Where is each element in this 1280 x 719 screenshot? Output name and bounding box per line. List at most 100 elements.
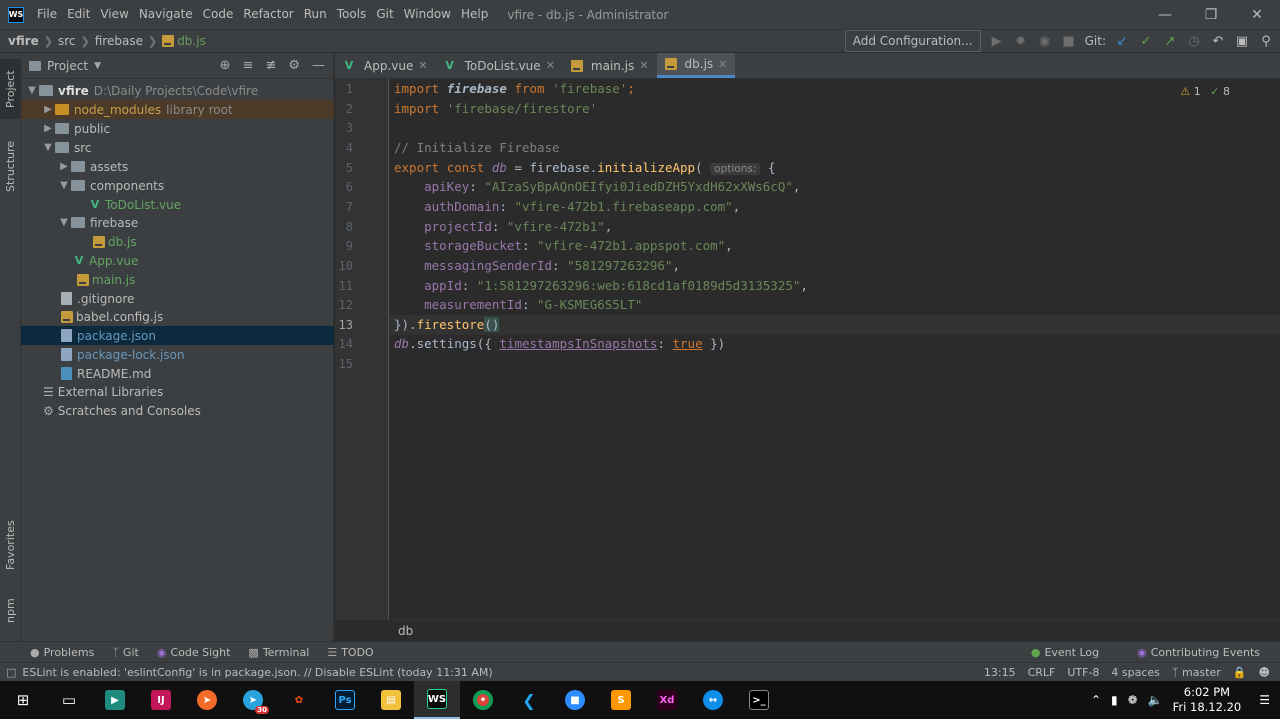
structure-tool-tab[interactable]: Structure — [0, 131, 21, 201]
chevron-right-icon[interactable]: ▶ — [57, 161, 71, 172]
caret-down-icon[interactable]: ▼ — [94, 61, 101, 71]
tree-item-vfire[interactable]: ▼ vfire D:\Daily Projects\Code\vfire — [21, 81, 334, 100]
project-tool-tab[interactable]: Project — [0, 59, 21, 119]
lock-icon[interactable]: 🔒 — [1233, 666, 1247, 679]
indent-setting[interactable]: 4 spaces — [1111, 666, 1160, 679]
breadcrumb-file[interactable]: db.js — [177, 34, 206, 48]
battery-icon[interactable]: ▮ — [1111, 693, 1118, 707]
menu-git[interactable]: Git — [371, 0, 398, 29]
tree-item-firebase[interactable]: ▼ firebase — [21, 213, 334, 232]
status-message[interactable]: ESLint is enabled: 'eslintConfig' is in … — [22, 666, 492, 679]
tree-item-app-vue[interactable]: V App.vue — [21, 251, 334, 270]
problems-tool-button[interactable]: ● Problems — [30, 646, 94, 659]
figma-icon[interactable]: ✿ — [276, 681, 322, 719]
tree-item-gitignore[interactable]: .gitignore — [21, 289, 334, 308]
codesight-tool-button[interactable]: ◉ Code Sight — [157, 646, 231, 659]
inspection-widget[interactable]: ⚠ 1 ✓ 8 — [1180, 85, 1230, 98]
line-separator[interactable]: CRLF — [1028, 666, 1056, 679]
windows-start-icon[interactable]: ⊞ — [0, 681, 46, 719]
chevron-down-icon[interactable]: ▼ — [41, 142, 55, 153]
git-branch[interactable]: ᛉ master — [1172, 666, 1221, 679]
task-view-icon[interactable]: ▭ — [46, 681, 92, 719]
chevron-right-icon[interactable]: ▶ — [41, 104, 55, 115]
tree-item-readme[interactable]: README.md — [21, 364, 334, 383]
tree-item-main-js[interactable]: main.js — [21, 270, 334, 289]
telegram-icon[interactable]: ➤ 30 — [230, 681, 276, 719]
project-panel-title[interactable]: Project — [47, 59, 88, 73]
run-icon[interactable]: ▶ — [989, 34, 1005, 49]
menu-tools[interactable]: Tools — [332, 0, 372, 29]
contributing-events-button[interactable]: ◉ Contributing Events — [1137, 646, 1260, 659]
breadcrumb-project[interactable]: vfire — [8, 34, 39, 48]
tree-item-node-modules[interactable]: ▶ node_modules library root — [21, 100, 334, 119]
menu-help[interactable]: Help — [456, 0, 493, 29]
chrome-icon[interactable]: • — [460, 681, 506, 719]
teamviewer-icon[interactable]: ↔ — [690, 681, 736, 719]
taskbar-clock[interactable]: 6:02 PM Fri 18.12.20 — [1173, 685, 1242, 715]
chevron-down-icon[interactable]: ▼ — [25, 85, 39, 96]
terminal-app-icon[interactable]: >_ — [736, 681, 782, 719]
hide-icon[interactable]: — — [312, 58, 325, 73]
close-tab-icon[interactable]: ✕ — [546, 59, 555, 72]
close-tab-icon[interactable]: ✕ — [718, 58, 727, 71]
photoshop-icon[interactable]: Ps — [322, 681, 368, 719]
notification-center-icon[interactable]: ☰ — [1259, 693, 1270, 707]
chevron-down-icon[interactable]: ▼ — [57, 180, 71, 191]
terminal-tool-button[interactable]: ▩ Terminal — [248, 646, 309, 659]
tab-app-vue[interactable]: V App.vue ✕ — [335, 53, 436, 78]
chevron-right-icon[interactable]: ▶ — [41, 123, 55, 134]
tree-item-assets[interactable]: ▶ assets — [21, 157, 334, 176]
tree-item-public[interactable]: ▶ public — [21, 119, 334, 138]
breadcrumb-src[interactable]: src — [58, 34, 76, 48]
collapse-all-icon[interactable]: ≢ — [265, 58, 276, 73]
search-icon[interactable]: ⚲ — [1258, 34, 1274, 49]
git-tool-button[interactable]: ᛉ Git — [112, 646, 139, 659]
locate-icon[interactable]: ⊕ — [220, 58, 231, 73]
menu-edit[interactable]: Edit — [62, 0, 95, 29]
rollback-icon[interactable]: ↶ — [1210, 34, 1226, 49]
expand-all-icon[interactable]: ≡ — [243, 58, 254, 73]
tree-item-external-libraries[interactable]: ☰ External Libraries — [21, 382, 334, 401]
zoom-icon[interactable]: ■ — [552, 681, 598, 719]
code-editor[interactable]: ⚠ 1 ✓ 8 import firebase from 'firebase';… — [390, 79, 1280, 620]
tree-item-db-js[interactable]: db.js — [21, 232, 334, 251]
chevron-up-icon[interactable]: ⌃ — [1091, 693, 1101, 707]
event-log-button[interactable]: ● Event Log — [1031, 646, 1099, 659]
npm-tool-tab[interactable]: npm — [0, 593, 21, 629]
wifi-icon[interactable]: ❁ — [1128, 693, 1138, 707]
file-explorer-icon[interactable]: ▤ — [368, 681, 414, 719]
git-commit-icon[interactable]: ✓ — [1138, 34, 1154, 49]
tree-item-components[interactable]: ▼ components — [21, 176, 334, 195]
tree-item-scratches[interactable]: ⚙ Scratches and Consoles — [21, 401, 334, 420]
git-push-icon[interactable]: ↗ — [1162, 34, 1178, 49]
menu-run[interactable]: Run — [299, 0, 332, 29]
debug-icon[interactable]: ✹ — [1013, 34, 1029, 49]
tab-db-js[interactable]: db.js ✕ — [656, 53, 736, 78]
app-icon[interactable]: ▶ — [92, 681, 138, 719]
restore-icon[interactable]: ❐ — [1188, 7, 1234, 23]
minimize-icon[interactable]: — — [1142, 7, 1188, 23]
menu-view[interactable]: View — [95, 0, 133, 29]
close-icon[interactable]: ✕ — [1234, 7, 1280, 23]
coverage-icon[interactable]: ◉ — [1037, 34, 1053, 49]
chevron-down-icon[interactable]: ▼ — [57, 217, 71, 228]
tab-main-js[interactable]: main.js ✕ — [563, 53, 657, 78]
layout-icon[interactable]: ▣ — [1234, 34, 1250, 49]
tree-item-src[interactable]: ▼ src — [21, 138, 334, 157]
tree-item-babel-config[interactable]: babel.config.js — [21, 307, 334, 326]
history-icon[interactable]: ◷ — [1186, 34, 1202, 49]
adobe-xd-icon[interactable]: Xd — [644, 681, 690, 719]
breadcrumb-firebase[interactable]: firebase — [95, 34, 143, 48]
tree-item-package-lock[interactable]: package-lock.json — [21, 345, 334, 364]
notifications-icon[interactable]: ☻ — [1259, 666, 1270, 679]
volume-icon[interactable]: 🔈 — [1148, 693, 1163, 707]
menu-refactor[interactable]: Refactor — [238, 0, 298, 29]
menu-window[interactable]: Window — [399, 0, 456, 29]
sublime-icon[interactable]: S — [598, 681, 644, 719]
add-configuration-button[interactable]: Add Configuration... — [844, 30, 981, 52]
close-tab-icon[interactable]: ✕ — [639, 59, 648, 72]
tree-item-todolist-vue[interactable]: V ToDoList.vue — [21, 195, 334, 214]
tree-item-package-json[interactable]: package.json — [21, 326, 334, 345]
caret-position[interactable]: 13:15 — [984, 666, 1016, 679]
file-encoding[interactable]: UTF-8 — [1067, 666, 1099, 679]
